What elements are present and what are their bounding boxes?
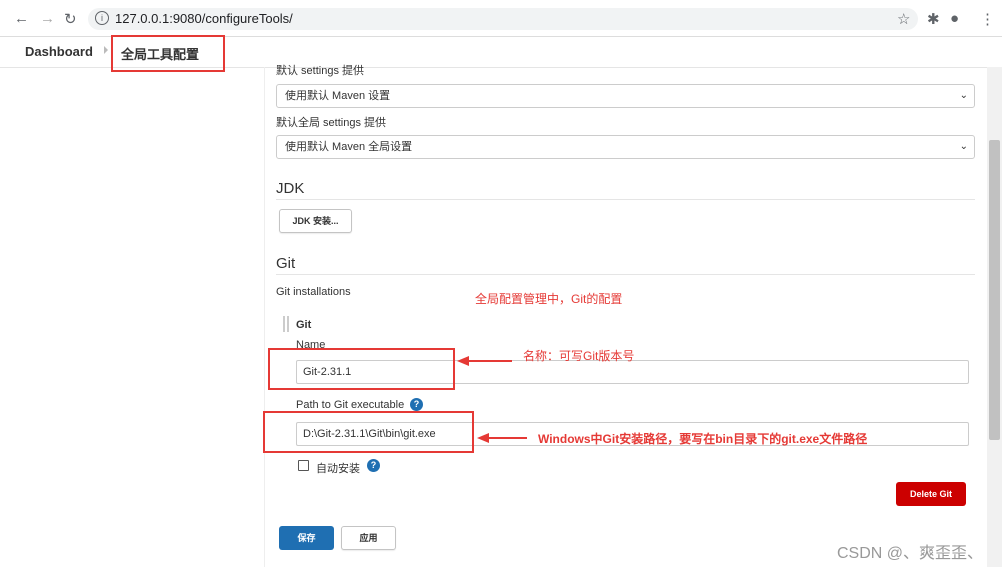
back-arrow-icon[interactable]: ← — [14, 10, 29, 27]
drag-handle-icon[interactable] — [283, 316, 291, 332]
menu-icon[interactable]: ⋮ — [980, 10, 995, 28]
help-icon[interactable]: ? — [410, 398, 423, 411]
scrollbar-thumb[interactable] — [989, 140, 1000, 440]
arrow-head-icon — [457, 356, 469, 366]
maven-global-settings-label: 默认全局 settings 提供 — [276, 117, 387, 129]
arrow-head-icon — [477, 433, 489, 443]
maven-global-settings-value: 使用默认 Maven 全局设置 — [285, 141, 413, 153]
maven-settings-value: 使用默认 Maven 设置 — [285, 90, 391, 102]
annotation-arrow — [487, 437, 527, 439]
highlight-box-path — [263, 411, 474, 453]
help-icon[interactable]: ? — [367, 459, 380, 472]
watermark: CSDN @、爽歪歪、 — [837, 545, 984, 562]
git-divider — [276, 274, 975, 275]
chevron-down-icon: ⌄ — [959, 141, 968, 152]
breadcrumb-dashboard[interactable]: Dashboard — [25, 44, 93, 59]
url-text[interactable]: 127.0.0.1:9080/configureTools/ — [115, 11, 293, 26]
annotation-name: 名称：可写Git版本号 — [523, 349, 635, 363]
git-item-title: Git — [296, 319, 312, 331]
profile-icon[interactable]: ● — [950, 10, 959, 27]
maven-global-settings-select[interactable]: 使用默认 Maven 全局设置 ⌄ — [276, 135, 975, 159]
highlight-box-breadcrumb — [111, 35, 225, 72]
star-icon[interactable]: ☆ — [897, 10, 910, 28]
maven-settings-select[interactable]: 使用默认 Maven 设置 ⌄ — [276, 84, 975, 108]
jdk-install-button[interactable]: JDK 安装... — [279, 209, 352, 233]
git-installations-label: Git installations — [276, 286, 351, 298]
git-path-label: Path to Git executable — [296, 399, 405, 411]
sidebar-divider — [264, 67, 265, 567]
jdk-section-title: JDK — [276, 180, 305, 197]
git-section-title: Git — [276, 255, 296, 272]
info-icon[interactable]: i — [95, 11, 109, 25]
reload-icon[interactable]: ↻ — [64, 10, 77, 28]
auto-install-checkbox[interactable] — [298, 460, 309, 471]
breadcrumb-separator-icon — [104, 46, 108, 54]
forward-arrow-icon[interactable]: → — [40, 10, 55, 27]
chevron-down-icon: ⌄ — [959, 90, 968, 101]
jdk-divider — [276, 199, 975, 200]
auto-install-label: 自动安装 — [316, 463, 360, 475]
apply-button[interactable]: 应用 — [341, 526, 396, 550]
maven-settings-label: 默认 settings 提供 — [276, 65, 365, 77]
annotation-arrow — [466, 360, 512, 362]
delete-git-button[interactable]: Delete Git — [896, 482, 966, 506]
highlight-box-name — [268, 348, 455, 390]
save-button[interactable]: 保存 — [279, 526, 334, 550]
extensions-icon[interactable]: ✱ — [927, 10, 940, 28]
annotation-path: Windows中Git安装路径，要写在bin目录下的git.exe文件路径 — [538, 432, 868, 446]
annotation-git-config: 全局配置管理中，Git的配置 — [475, 292, 623, 306]
